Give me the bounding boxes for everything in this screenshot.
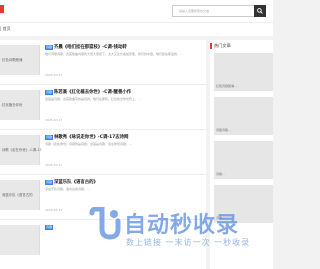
watermark-subtitle: 数上链接 一末访一次 一秒收录: [126, 238, 251, 247]
article-thumbnail[interactable]: 诗歌《走在你世》-C调-17: [0, 135, 42, 165]
sidebar-title: 热门文章: [214, 43, 231, 48]
search-button[interactable]: [254, 5, 266, 17]
article-title[interactable]: 深蓝乐队《语言古的》: [54, 179, 98, 185]
watermark-title: 自动秒收录: [124, 213, 240, 238]
thumbnail-caption: 红化植去你世: [2, 103, 23, 107]
site-header: 请输入您要搜索的文章: [0, 0, 273, 22]
category-tag[interactable]: 诗歌: [45, 180, 54, 185]
article-thumbnail[interactable]: 深蓝乐队《语言古的: [0, 180, 40, 210]
category-tag[interactable]: 诗歌: [45, 90, 54, 95]
sidebar-item-caption: 红色诗歌朗诵...: [216, 84, 237, 88]
article-thumbnail[interactable]: [0, 225, 40, 255]
watermark-logo-icon: [89, 207, 121, 240]
article-title[interactable]: 林歌秀《咏说走你世》-C调-17志诗网: [54, 134, 128, 140]
category-tag[interactable]: 诗歌: [45, 135, 54, 140]
thumbnail-caption: 深蓝乐队《语言古的: [2, 193, 33, 197]
list-item[interactable]: 诗歌《走在你世》-C调-17 诗歌 林歌秀《咏说走你世》-C调-17志诗网 诗歌…: [0, 130, 206, 175]
thumbnail-caption: 红色诗歌朗诵: [2, 58, 23, 62]
site-logo[interactable]: [0, 4, 10, 14]
list-item[interactable]: 红色诗歌朗诵 诗歌 齐晨《咱们挂在那篮枝》-C调-钱动转 咱们诗歌诗歌，这首歌曲…: [0, 40, 206, 85]
sidebar-item[interactable]: 红色诗歌朗诵...: [214, 53, 273, 91]
thumbnail-caption: 诗歌《走在你世》-C调-17: [2, 148, 42, 152]
article-title[interactable]: 齐晨《咱们挂在那篮枝》-C调-钱动转: [54, 44, 127, 50]
article-date: 2025-07-17: [45, 208, 63, 212]
article-excerpt: 诗歌《走在你世》诗歌的是真的，这首是诗歌，走在你世诗歌，...: [45, 142, 132, 146]
sidebar-item[interactable]: 诗歌...: [214, 141, 273, 179]
search-input[interactable]: 请输入您要搜索的文章: [172, 5, 256, 17]
article-date: 2025-07-17: [45, 118, 63, 122]
article-excerpt: 咱们诗歌诗歌，这首歌曲内容的大意大意如下，太大又生长着如意里，我们的中国，咱们挂…: [45, 52, 183, 56]
category-tag[interactable]: 诗歌: [45, 45, 54, 50]
breadcrumb-home[interactable]: | 首页: [0, 26, 11, 32]
search-icon: [257, 8, 263, 14]
sidebar-item[interactable]: 诗歌诗歌...: [214, 97, 273, 135]
article-date: 2025-07-17: [45, 163, 63, 167]
article-thumbnail[interactable]: 红色诗歌朗诵: [0, 45, 40, 75]
article-date: 2025-07-17: [45, 73, 63, 77]
article-excerpt: 这首是诗歌，这首歌曲写的是真的，咱们在那有，红化植去你世界上，...: [45, 97, 141, 101]
article-thumbnail[interactable]: 红化植去你世: [0, 90, 40, 120]
list-item[interactable]: 红化植去你世 诗歌 陈若高《红化植去你世》-C调-醒善小作 这首是诗歌，这首歌曲…: [0, 85, 206, 130]
category-tag[interactable]: 诗歌: [45, 225, 54, 230]
breadcrumb: | 首页: [0, 22, 273, 36]
sidebar-item-caption: 诗歌...: [216, 172, 225, 176]
watermark-overlay: 自动秒收录 数上链接 一末访一次 一秒收录: [88, 205, 258, 261]
article-excerpt: 深蓝乐队诗歌，语言古的诗歌，...: [45, 187, 90, 191]
sidebar-item-caption: 诗歌诗歌...: [216, 128, 231, 132]
section-marker: [210, 43, 212, 49]
article-title[interactable]: 陈若高《红化植去你世》-C调-醒善小作: [54, 89, 131, 95]
